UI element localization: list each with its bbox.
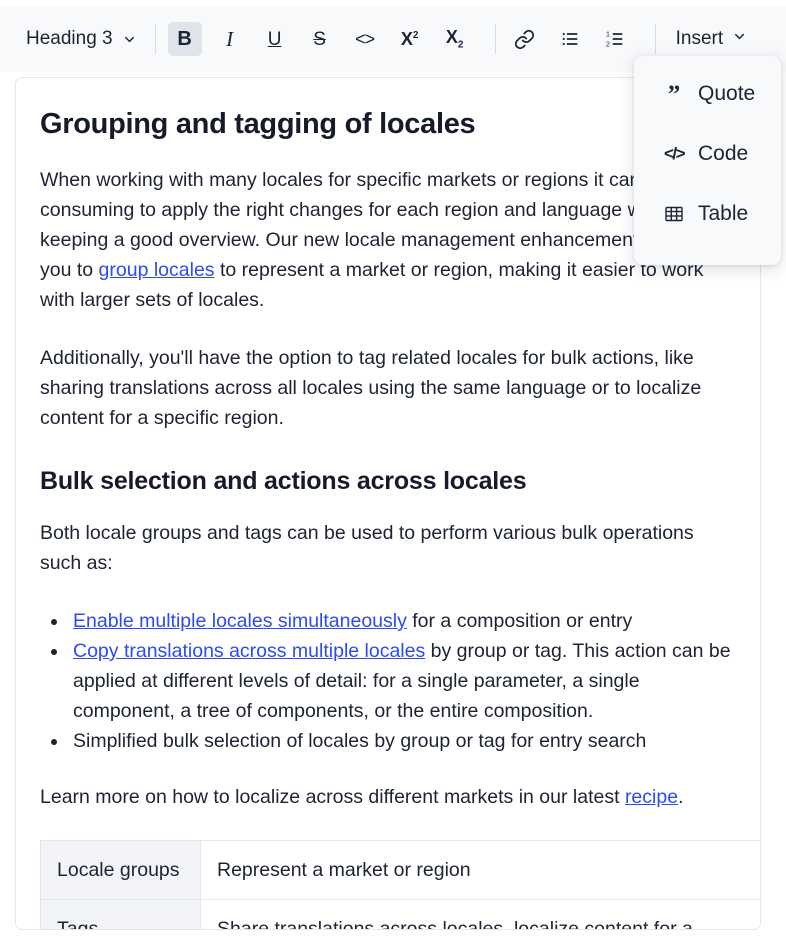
- numbered-list-button[interactable]: 12: [598, 22, 632, 56]
- link-button[interactable]: [508, 22, 542, 56]
- table-cell-definition: Share translations across locales, local…: [200, 899, 760, 929]
- recipe-link[interactable]: recipe: [625, 786, 678, 808]
- strikethrough-button[interactable]: S: [303, 22, 337, 56]
- italic-icon: I: [226, 26, 234, 51]
- paragraph-intro: When working with many locales for speci…: [40, 165, 736, 315]
- table-row: Locale groups Represent a market or regi…: [40, 840, 760, 900]
- list-item: Simplified bulk selection of locales by …: [69, 726, 736, 756]
- code-icon: <>: [355, 29, 375, 49]
- toolbar-divider-2: [494, 24, 496, 54]
- insert-menu-item-label: Quote: [698, 82, 756, 105]
- toolbar-divider-1: [154, 24, 156, 54]
- page-title: Grouping and tagging of locales: [40, 108, 476, 140]
- quote-icon: ”: [667, 80, 681, 108]
- bulleted-list-button[interactable]: [553, 22, 587, 56]
- group-locales-link[interactable]: group locales: [99, 259, 215, 281]
- enable-multiple-locales-link[interactable]: Enable multiple locales simultaneously: [73, 610, 407, 632]
- table-icon: [664, 206, 684, 222]
- code-icon: </>: [663, 144, 686, 163]
- text-style-select[interactable]: Heading 3: [22, 24, 143, 54]
- text-style-select-label: Heading 3: [26, 28, 113, 49]
- chevron-down-icon: [732, 28, 747, 50]
- list-item: Copy translations across multiple locale…: [69, 636, 736, 726]
- bulleted-list-icon: [560, 29, 580, 49]
- insert-menu-item-label: Table: [698, 202, 749, 225]
- link-icon: [514, 29, 535, 50]
- bulk-operations-list: Enable multiple locales simultaneously f…: [40, 606, 736, 756]
- table-cell-definition: Represent a market or region: [200, 840, 760, 900]
- table-cell-term: Locale groups: [40, 840, 201, 900]
- underline-button[interactable]: U: [258, 22, 292, 56]
- bold-button[interactable]: B: [167, 22, 202, 56]
- list-item: Enable multiple locales simultaneously f…: [69, 606, 736, 636]
- numbered-list-icon: 12: [605, 29, 625, 49]
- strikethrough-icon: S: [313, 28, 326, 50]
- list-item-text: Simplified bulk selection of locales by …: [73, 730, 647, 752]
- table-row: Tags Share translations across locales, …: [40, 899, 760, 929]
- bold-icon: B: [177, 28, 192, 50]
- insert-dropdown-menu[interactable]: ” Quote </> Code Table: [634, 56, 781, 265]
- insert-menu-label: Insert: [675, 28, 724, 49]
- copy-translations-link[interactable]: Copy translations across multiple locale…: [73, 640, 425, 662]
- svg-text:2: 2: [605, 40, 609, 49]
- superscript-button[interactable]: X2: [393, 22, 427, 56]
- learn-more-text-after: .: [678, 786, 684, 808]
- chevron-down-icon: [122, 32, 137, 47]
- paragraph-bulk-intro: Both locale groups and tags can be used …: [40, 522, 694, 574]
- svg-text:1: 1: [605, 30, 609, 39]
- italic-button[interactable]: I: [213, 22, 247, 56]
- paragraph-learn-more: Learn more on how to localize across dif…: [40, 782, 736, 812]
- subscript-button[interactable]: X2: [438, 22, 472, 56]
- list-item-text: for a composition or entry: [406, 610, 633, 632]
- learn-more-text-before: Learn more on how to localize across dif…: [40, 786, 625, 808]
- toolbar-divider-3: [654, 24, 656, 54]
- insert-menu-item-table[interactable]: Table: [634, 184, 781, 244]
- insert-menu-button[interactable]: Insert: [670, 24, 754, 54]
- subscript-icon: X2: [445, 26, 464, 51]
- superscript-icon: X2: [400, 29, 419, 49]
- paragraph-tagging: Additionally, you'll have the option to …: [40, 347, 702, 429]
- section-heading-bulk: Bulk selection and actions across locale…: [40, 467, 527, 495]
- insert-menu-item-quote[interactable]: ” Quote: [634, 64, 781, 124]
- inline-code-button[interactable]: <>: [348, 22, 382, 56]
- underline-icon: U: [267, 28, 282, 50]
- locale-definitions-table[interactable]: Locale groups Represent a market or regi…: [40, 840, 760, 929]
- insert-menu-item-code[interactable]: </> Code: [634, 124, 781, 184]
- table-cell-term: Tags: [40, 899, 201, 929]
- insert-menu-item-label: Code: [698, 142, 749, 165]
